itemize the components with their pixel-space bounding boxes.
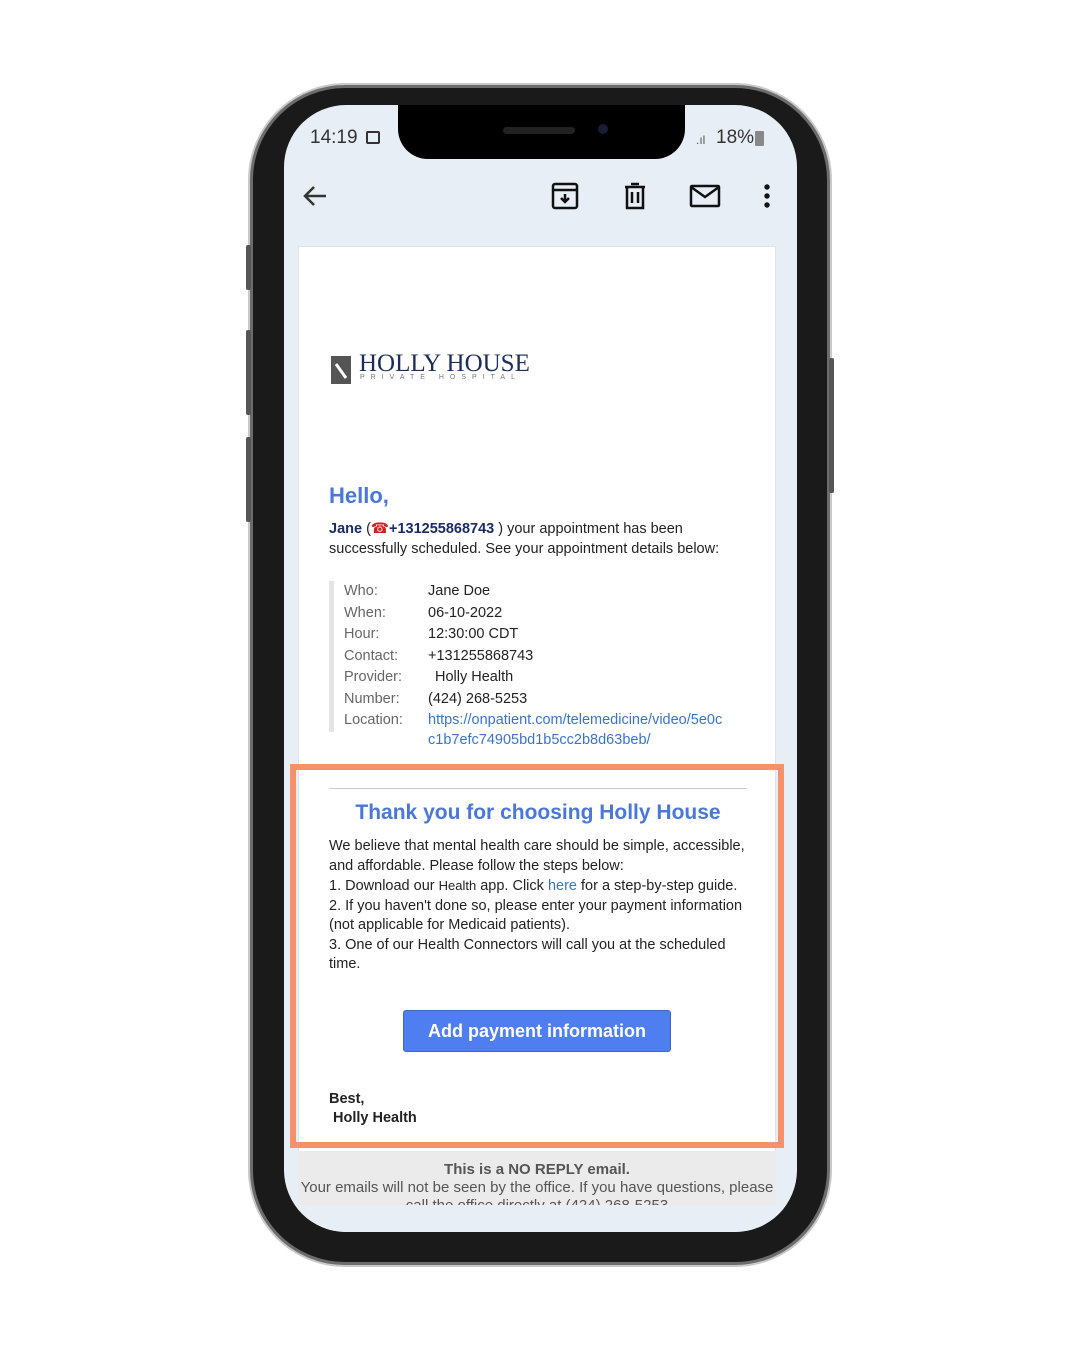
detail-row: Who: Jane Doe bbox=[344, 581, 728, 603]
mail-icon[interactable] bbox=[689, 181, 721, 211]
detail-row: Number: (424) 268-5253 bbox=[344, 689, 728, 711]
archive-icon[interactable] bbox=[550, 181, 580, 211]
detail-row: Contact: +131255868743 bbox=[344, 646, 728, 668]
appointment-details: Who: Jane Doe When: 06-10-2022 Hour: 12:30:00… bbox=[329, 581, 728, 748]
detail-row: Location: https://onpatient.com/telemedic… bbox=[344, 710, 728, 748]
notch bbox=[398, 105, 685, 159]
detail-row: When: 06-10-2022 bbox=[344, 603, 728, 625]
trash-icon[interactable] bbox=[620, 181, 650, 211]
volume-button bbox=[246, 437, 251, 522]
detail-label: Hour: bbox=[344, 626, 380, 642]
battery-percent: 18% bbox=[716, 127, 755, 148]
detail-value: Jane Doe bbox=[428, 583, 491, 599]
signal-icon: .ıl bbox=[696, 133, 706, 147]
phone-icon: ☎ bbox=[370, 521, 389, 537]
detail-value: 12:30:00 CDT bbox=[428, 626, 519, 642]
detail-row: Hour: 12:30:00 CDT bbox=[344, 624, 728, 646]
greeting: Hello, bbox=[329, 483, 389, 508]
detail-label: Who: bbox=[344, 583, 378, 599]
detail-label: When: bbox=[344, 604, 386, 621]
detail-label: Provider: bbox=[344, 669, 403, 685]
more-vert-icon[interactable] bbox=[752, 181, 782, 211]
android-nav-bar bbox=[284, 1205, 797, 1232]
detail-label: Number: bbox=[344, 690, 400, 707]
detail-value: (424) 268-5253 bbox=[428, 690, 528, 707]
volume-button bbox=[246, 330, 251, 415]
detail-row: Provider: Holly Health bbox=[344, 667, 728, 689]
detail-value: 06-10-2022 bbox=[428, 604, 503, 621]
status-time: 14:19 bbox=[310, 127, 358, 148]
detail-label: Location: bbox=[344, 712, 403, 728]
highlight-box bbox=[290, 764, 784, 1148]
detail-value: +131255868743 bbox=[428, 647, 534, 664]
power-button bbox=[829, 358, 834, 493]
battery-icon bbox=[755, 131, 764, 146]
detail-label: Contact: bbox=[344, 647, 398, 664]
logo-mark-icon bbox=[331, 356, 351, 384]
volume-button bbox=[246, 245, 251, 290]
detail-value: Holly Health bbox=[435, 669, 514, 685]
back-arrow-icon[interactable] bbox=[300, 181, 330, 211]
intro-text: Jane (☎+131255868743 ) your appointment … bbox=[329, 521, 720, 557]
image-notification-icon bbox=[366, 131, 380, 144]
no-reply-footer: This is a NO REPLY email. Your emails wi… bbox=[298, 1151, 776, 1214]
location-link[interactable]: https://onpatient.com/telemedicine/video… bbox=[428, 710, 728, 748]
